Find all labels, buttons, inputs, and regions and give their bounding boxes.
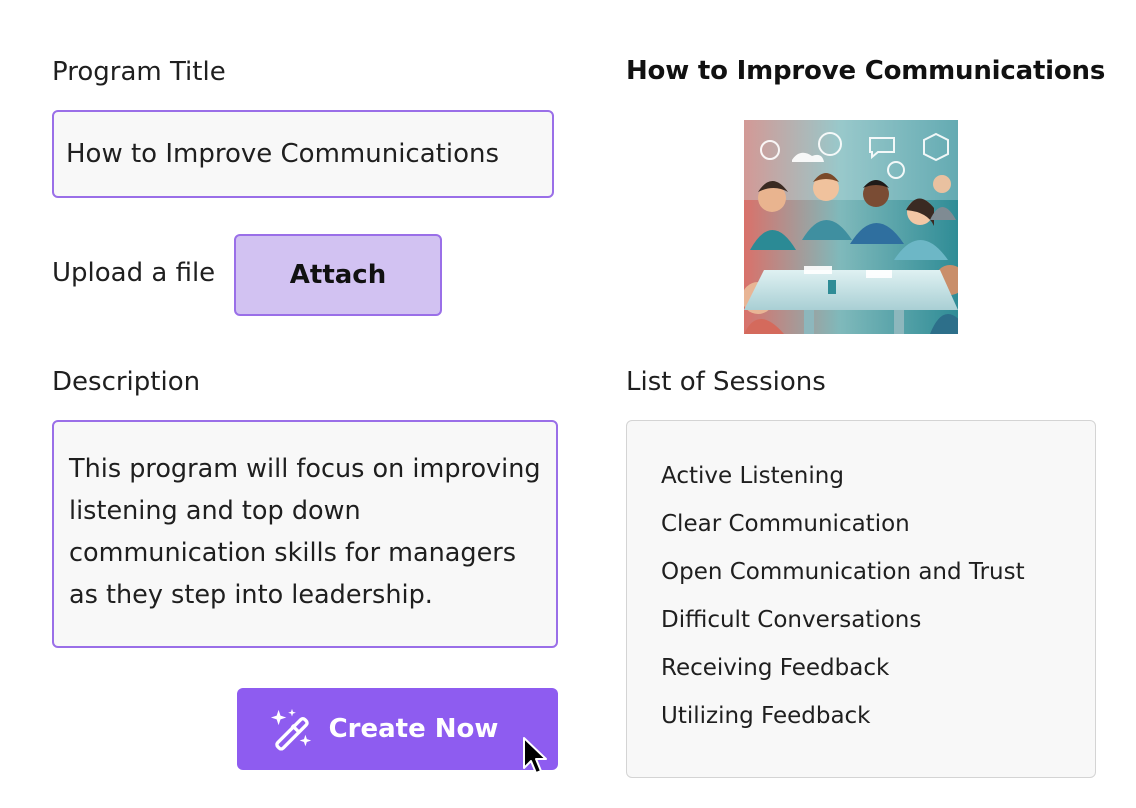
sessions-list: Active Listening Clear Communication Ope… bbox=[626, 420, 1096, 778]
preview-title: How to Improve Communications bbox=[626, 56, 1106, 86]
sessions-label: List of Sessions bbox=[626, 367, 826, 397]
list-item[interactable]: Open Communication and Trust bbox=[661, 555, 1095, 603]
attach-button[interactable]: Attach bbox=[234, 234, 442, 316]
program-cover-image bbox=[744, 120, 958, 334]
program-title-input[interactable] bbox=[52, 110, 554, 198]
list-item[interactable]: Active Listening bbox=[661, 459, 1095, 507]
description-label: Description bbox=[52, 367, 201, 397]
upload-file-label: Upload a file bbox=[52, 258, 216, 288]
list-item[interactable]: Utilizing Feedback bbox=[661, 699, 1095, 747]
description-textarea[interactable]: This program will focus on improving lis… bbox=[52, 420, 558, 648]
create-now-label: Create Now bbox=[328, 714, 499, 744]
program-title-label: Program Title bbox=[52, 57, 226, 87]
list-item[interactable]: Clear Communication bbox=[661, 507, 1095, 555]
create-now-button[interactable]: Create Now bbox=[237, 688, 558, 770]
list-item[interactable]: Difficult Conversations bbox=[661, 603, 1095, 651]
magic-wand-icon bbox=[270, 708, 311, 751]
list-item[interactable]: Receiving Feedback bbox=[661, 651, 1095, 699]
